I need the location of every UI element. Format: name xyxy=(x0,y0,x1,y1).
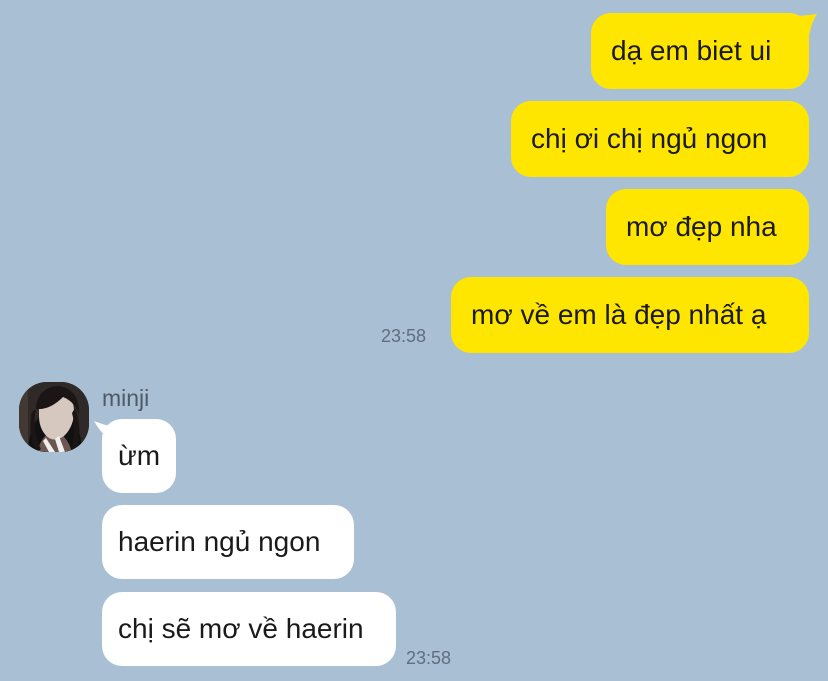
chat-area[interactable]: dạ em biet ui chị ơi chị ngủ ngon mơ đẹp… xyxy=(0,0,828,681)
incoming-message[interactable]: haerin ngủ ngon xyxy=(102,505,354,579)
incoming-message[interactable]: chị sẽ mơ về haerin xyxy=(102,592,396,666)
sender-avatar[interactable] xyxy=(19,382,89,452)
profile-photo-icon xyxy=(19,382,89,452)
sender-name: minji xyxy=(102,385,150,411)
outgoing-timestamp: 23:58 xyxy=(381,326,427,346)
incoming-timestamp: 23:58 xyxy=(406,648,452,668)
message-text: haerin ngủ ngon xyxy=(118,526,321,557)
message-text: mơ về em là đẹp nhất ạ xyxy=(471,299,767,330)
message-text: chị sẽ mơ về haerin xyxy=(118,613,364,644)
outgoing-message[interactable]: mơ về em là đẹp nhất ạ xyxy=(451,277,809,353)
outgoing-message[interactable]: chị ơi chị ngủ ngon xyxy=(511,101,809,177)
outgoing-message[interactable]: mơ đẹp nha xyxy=(606,189,809,265)
message-text: dạ em biet ui xyxy=(611,35,772,66)
incoming-message[interactable]: ừm xyxy=(102,419,176,493)
outgoing-message[interactable]: dạ em biet ui xyxy=(591,13,809,89)
message-text: ừm xyxy=(118,440,161,471)
message-text: chị ơi chị ngủ ngon xyxy=(531,123,768,154)
message-text: mơ đẹp nha xyxy=(626,211,777,242)
